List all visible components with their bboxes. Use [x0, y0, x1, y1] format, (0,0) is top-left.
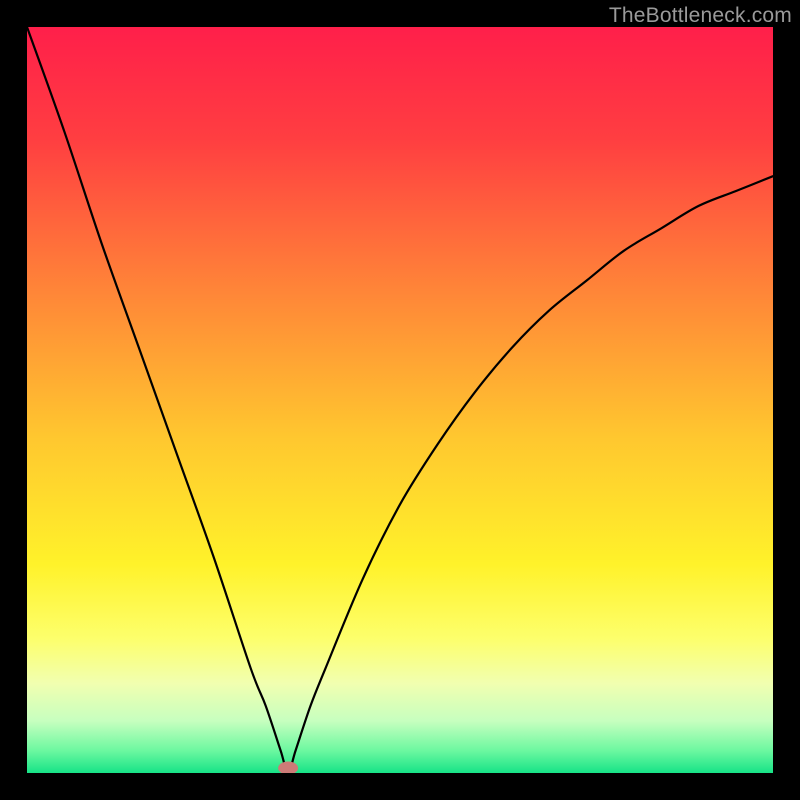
gradient-background	[27, 27, 773, 773]
watermark-text: TheBottleneck.com	[609, 4, 792, 28]
bottleneck-curve-chart	[27, 27, 773, 773]
chart-frame: TheBottleneck.com	[0, 0, 800, 800]
plot-area	[27, 27, 773, 773]
